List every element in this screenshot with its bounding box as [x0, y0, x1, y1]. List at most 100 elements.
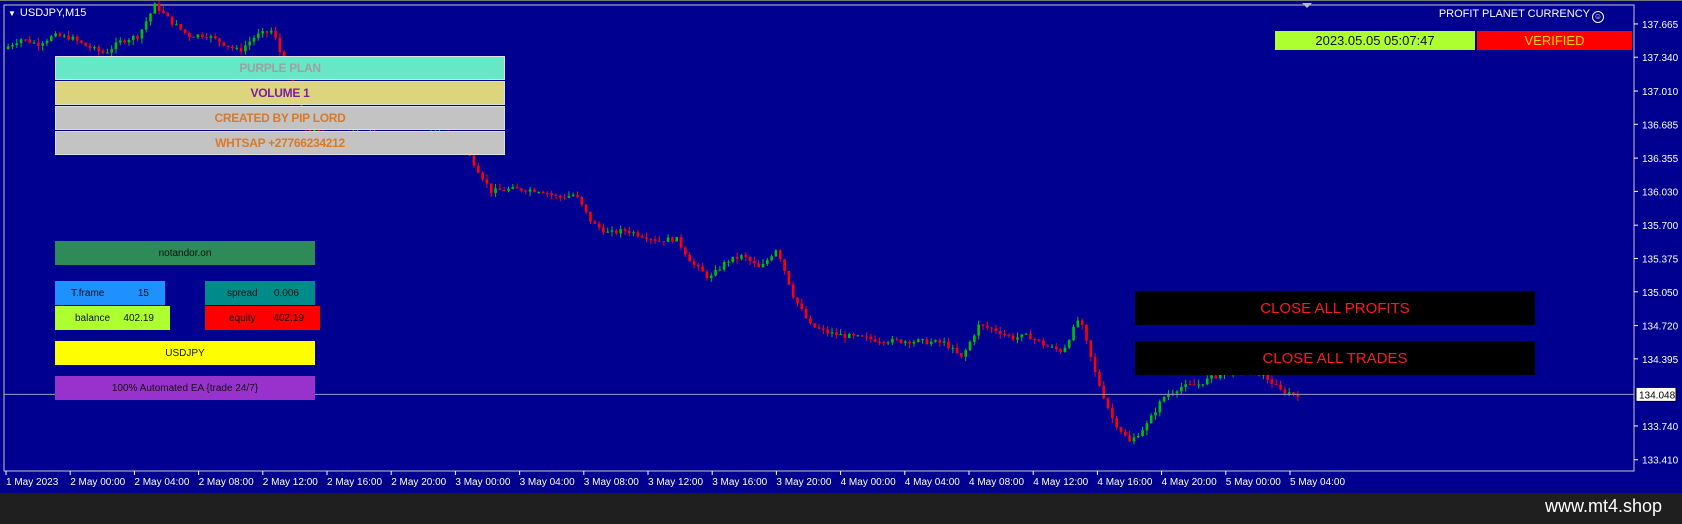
- close-all-profits-label: CLOSE ALL PROFITS: [1260, 299, 1410, 317]
- candle-body: [558, 195, 562, 198]
- footer-text: www.mt4.shop: [1544, 496, 1662, 516]
- price-tick-label: 133.410: [1642, 456, 1679, 467]
- candle-body: [757, 263, 760, 268]
- candle-body: [796, 297, 799, 304]
- datetime-text: 2023.05.05 05:07:47: [1315, 33, 1435, 48]
- price-tick-label: 136.030: [1642, 187, 1679, 198]
- candle-body: [886, 342, 890, 344]
- candle-body: [891, 338, 894, 343]
- time-tick-label: 4 May 12:00: [1033, 477, 1088, 488]
- candle-body: [1167, 394, 1170, 398]
- candle-body: [136, 36, 139, 39]
- candle-body: [973, 335, 976, 342]
- header-panel-text: WHTSAP +27766234212: [215, 136, 345, 150]
- candle-body: [1188, 384, 1192, 386]
- candle-body: [1145, 423, 1149, 431]
- candle-body: [960, 353, 963, 357]
- symbol-panel: USDJPY: [55, 341, 315, 365]
- candle-body: [709, 275, 713, 279]
- candle-body: [58, 33, 62, 37]
- brand-label: PROFIT PLANET CURRENCY ☺: [1439, 8, 1604, 23]
- candle-body: [114, 42, 118, 50]
- candle-body: [252, 37, 256, 42]
- candle-body: [248, 41, 252, 46]
- candle-body: [144, 21, 148, 30]
- header-panel-volume: VOLUME 1: [55, 81, 505, 105]
- candle-body: [1279, 384, 1282, 390]
- candle-body: [744, 255, 748, 257]
- candle-body: [1180, 386, 1183, 392]
- datetime-display: 2023.05.05 05:07:47: [1275, 31, 1475, 50]
- candle-body: [783, 259, 786, 271]
- candle-body: [537, 192, 540, 194]
- time-tick-label: 3 May 12:00: [648, 477, 703, 488]
- timeframe-value: 15: [137, 287, 149, 299]
- candle-body: [938, 340, 942, 343]
- candle-body: [175, 24, 178, 26]
- candle-body: [101, 50, 105, 53]
- candle-body: [826, 329, 829, 334]
- time-tick-label: 2 May 12:00: [263, 477, 318, 488]
- candle-body: [563, 197, 566, 199]
- candle-body: [1024, 333, 1028, 335]
- candle-body: [209, 36, 213, 38]
- candle-body: [602, 227, 605, 233]
- header-panel-text: PURPLE PLAN: [239, 61, 321, 75]
- time-tick-label: 1 May 2023: [6, 477, 59, 488]
- candle-body: [550, 193, 553, 195]
- price-chart[interactable]: 137.665 137.340 137.010 136.685 136.355 136.0…: [0, 0, 1682, 493]
- candle-body: [1072, 326, 1075, 341]
- candle-body: [546, 192, 549, 194]
- candle-body: [1149, 415, 1153, 424]
- candle-body: [1106, 398, 1110, 408]
- candle-body: [140, 29, 144, 39]
- candle-body: [1093, 356, 1097, 373]
- candle-body: [127, 40, 131, 43]
- candle-body: [149, 13, 152, 22]
- candle-body: [985, 325, 989, 328]
- candle-body: [19, 39, 23, 44]
- candle-body: [1141, 430, 1144, 436]
- candle-body: [1201, 384, 1205, 386]
- candle-body: [1119, 427, 1123, 432]
- candle-body: [507, 188, 510, 191]
- candle-body: [968, 341, 972, 351]
- time-tick-label: 4 May 20:00: [1162, 477, 1217, 488]
- spread-label: spread: [227, 287, 258, 299]
- candle-body: [908, 341, 911, 344]
- dropdown-arrow-icon[interactable]: ▼: [8, 9, 16, 18]
- candle-body: [1059, 349, 1062, 352]
- time-tick-label: 4 May 16:00: [1097, 477, 1152, 488]
- candle-body: [942, 341, 946, 343]
- candle-body: [895, 338, 899, 340]
- candle-body: [610, 230, 614, 232]
- candle-body: [847, 333, 851, 338]
- time-tick-label: 2 May 00:00: [70, 477, 125, 488]
- candle-body: [1016, 337, 1019, 340]
- close-all-trades-button[interactable]: CLOSE ALL TRADES: [1135, 341, 1535, 375]
- candle-body: [106, 52, 109, 54]
- candle-body: [619, 229, 622, 234]
- time-tick-label: 5 May 04:00: [1290, 477, 1345, 488]
- close-all-profits-button[interactable]: CLOSE ALL PROFITS: [1135, 291, 1535, 325]
- price-tick-label: 135.375: [1642, 254, 1679, 265]
- chart-shift-marker[interactable]: [1302, 3, 1312, 8]
- candle-body: [1080, 320, 1084, 325]
- candle-body: [947, 341, 950, 349]
- candle-body: [981, 324, 985, 326]
- time-tick-label: 3 May 16:00: [712, 477, 767, 488]
- candle-body: [1020, 334, 1024, 338]
- candle-body: [62, 35, 66, 37]
- candle-body: [1214, 375, 1218, 379]
- candle-body: [162, 10, 165, 13]
- candle-body: [1132, 437, 1136, 442]
- candle-body: [1197, 384, 1200, 386]
- candle-body: [1283, 389, 1287, 394]
- balance-label: balance: [75, 312, 111, 324]
- candle-body: [489, 183, 493, 194]
- candle-body: [1205, 378, 1209, 385]
- candle-body: [645, 237, 648, 240]
- candle-body: [839, 334, 842, 336]
- price-tick-label: 136.685: [1642, 120, 1679, 131]
- candle-body: [843, 334, 847, 338]
